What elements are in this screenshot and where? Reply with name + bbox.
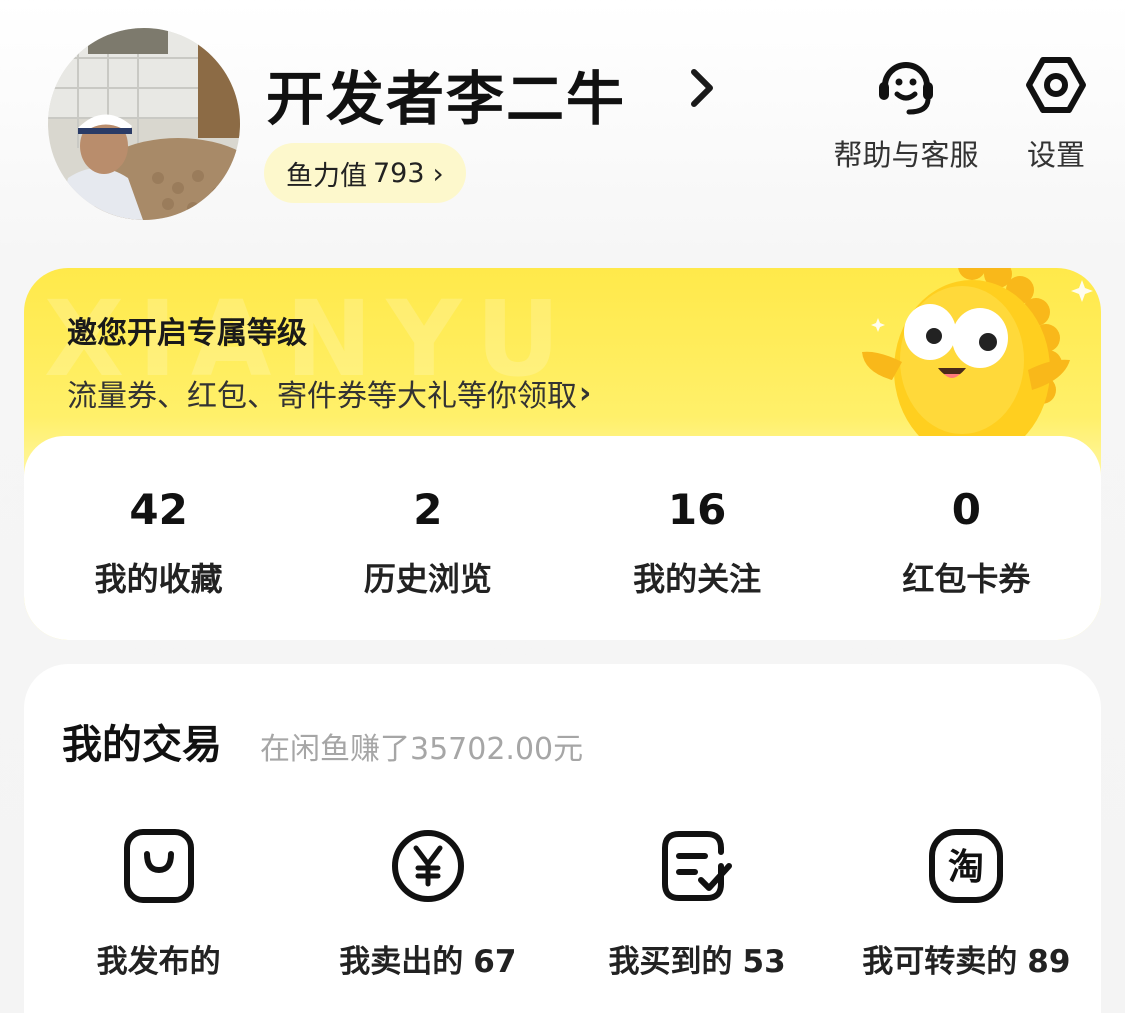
trade-label-resellable: 我可转卖的 89 [862,936,1070,981]
yen-icon [391,830,464,902]
fish-mascot-icon [862,268,1093,440]
stats-panel: 42 我的收藏 2 历史浏览 16 我的关注 0 红包卡券 [24,436,1101,640]
banner-title: 邀您开启专属等级 [67,316,307,351]
trade-count: 67 [473,944,517,980]
stat-coupons[interactable]: 0 红包卡券 [832,436,1101,640]
order-check-icon [662,831,733,901]
stat-value: 0 [951,485,981,534]
trade-label-text: 我卖出的 [339,944,464,980]
fish-power-value: 793 [373,157,425,189]
fish-power-label: 鱼力值 [286,160,367,192]
chevron-right-small-icon: › [579,375,592,411]
profile-name[interactable]: 开发者李二牛 [266,52,626,136]
svg-text:淘: 淘 [948,847,984,888]
trade-count: 89 [1027,944,1071,980]
stat-label: 我的收藏 [94,560,223,598]
avatar[interactable] [48,28,240,220]
trade-label-published: 我发布的 [97,936,221,981]
settings-icon [1026,57,1086,113]
avatar-photo [48,28,240,220]
bag-icon [123,829,194,903]
fish-power-chip[interactable]: 鱼力值 793 › [264,143,466,203]
trade-items: 我发布的 我卖出的 67 我买到的 53 淘 我可转卖的 89 [24,826,1101,981]
stat-favorites[interactable]: 42 我的收藏 [24,436,293,640]
stat-value: 42 [129,485,188,534]
trade-label-text: 我发布的 [96,944,221,980]
trade-label-sold: 我卖出的 67 [339,936,516,981]
trades-title: 我的交易 [62,722,222,768]
trade-label-bought: 我买到的 53 [609,936,786,981]
help-label: 帮助与客服 [833,138,979,172]
tao-icon: 淘 [929,829,1004,903]
help-button[interactable]: 帮助与客服 [826,52,986,176]
customer-service-icon [879,62,933,115]
chevron-right-icon[interactable] [684,66,720,110]
settings-button[interactable]: 设置 [1016,52,1096,176]
trade-item-published[interactable]: 我发布的 [24,826,293,981]
stat-label: 历史浏览 [363,560,492,598]
my-trades-card: 我的交易 在闲鱼赚了35702.00元 我发布的 我卖出的 67 我买到的 53… [24,664,1101,1013]
stat-value: 16 [667,485,727,534]
trade-item-resellable[interactable]: 淘 我可转卖的 89 [832,826,1101,981]
stat-label: 红包卡券 [902,560,1031,598]
trades-earned-text: 在闲鱼赚了35702.00元 [260,732,584,767]
membership-banner[interactable]: XIANYU 邀您开启专属等级 流量券、红包、寄件券等大礼等你领取 › 42 我… [24,268,1101,640]
stat-following[interactable]: 16 我的关注 [563,436,832,640]
settings-label: 设置 [1026,138,1085,172]
stat-label: 我的关注 [633,560,762,598]
banner-subtitle-text: 流量券、红包、寄件券等大礼等你领取 [67,379,577,414]
stat-history[interactable]: 2 历史浏览 [293,436,562,640]
trade-count: 53 [742,944,786,980]
banner-subtitle[interactable]: 流量券、红包、寄件券等大礼等你领取 › [67,371,591,415]
trade-item-bought[interactable]: 我买到的 53 [563,826,832,981]
trade-item-sold[interactable]: 我卖出的 67 [293,826,562,981]
chevron-right-small-icon: › [432,156,444,190]
trade-label-text: 我买到的 [608,944,733,980]
trade-label-text: 我可转卖的 [862,944,1018,980]
stat-value: 2 [413,485,443,534]
